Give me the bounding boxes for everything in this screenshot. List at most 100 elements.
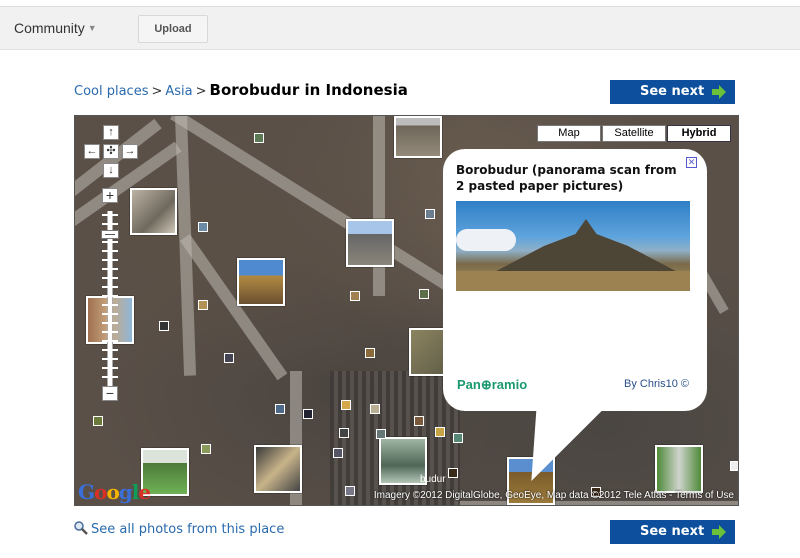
photo-marker[interactable] (339, 428, 349, 438)
place-label: budur (420, 474, 446, 485)
arrow-right-icon (712, 85, 726, 99)
panoramio-logo[interactable]: Pan⊕ramio (457, 377, 527, 393)
pan-up-button[interactable]: ↑ (103, 125, 119, 140)
magnifier-icon (74, 521, 88, 535)
pan-left-button[interactable]: ← (84, 144, 100, 159)
close-icon[interactable]: ✕ (686, 157, 697, 168)
google-logo-letter: o (94, 480, 107, 504)
photo-marker[interactable] (350, 291, 360, 301)
page-title: Borobudur in Indonesia (209, 81, 408, 99)
zoom-out-button[interactable]: − (102, 386, 118, 401)
photo-marker[interactable] (425, 209, 435, 219)
zoom-level-tick[interactable] (102, 358, 118, 360)
zoom-level-tick[interactable] (102, 349, 118, 351)
photo-marker[interactable] (224, 353, 234, 363)
top-bar (0, 0, 800, 50)
maptype-hybrid[interactable]: Hybrid (667, 125, 731, 142)
zoom-level-tick[interactable] (102, 322, 118, 324)
zoom-level-tick[interactable] (102, 376, 118, 378)
photo-thumbnail[interactable] (394, 116, 442, 158)
maptype-map[interactable]: Map (537, 125, 601, 142)
breadcrumb-asia[interactable]: Asia (165, 84, 192, 99)
pan-center-button[interactable]: ✣ (103, 144, 119, 159)
photo-credit[interactable]: By Chris10 © (624, 378, 689, 390)
photo-marker[interactable] (453, 433, 463, 443)
zoom-level-tick[interactable] (102, 313, 118, 315)
info-window: Borobudur (panorama scan from 2 pasted p… (443, 149, 707, 411)
attribution-text: Imagery ©2012 DigitalGlobe, GeoEye, Map … (373, 490, 676, 501)
photo-ground (456, 271, 690, 291)
photo-temple (481, 219, 690, 279)
photo-marker[interactable] (198, 222, 208, 232)
photo-marker[interactable] (448, 468, 458, 478)
zoom-in-button[interactable]: + (102, 188, 118, 203)
zoom-level-tick[interactable] (102, 295, 118, 297)
photo-marker[interactable] (198, 300, 208, 310)
photo-marker[interactable] (303, 409, 313, 419)
photo-thumbnail[interactable] (346, 219, 394, 267)
breadcrumb: Cool places > Asia > Borobudur in Indonesia (74, 81, 408, 99)
google-logo-letter: g (118, 480, 133, 504)
photo-marker[interactable] (341, 400, 351, 410)
info-window-pointer (493, 406, 607, 481)
map-view[interactable]: ↑ ← ✣ → ↓ + − Map Satellite Hybrid Borob… (74, 115, 739, 506)
photo-title[interactable]: Borobudur (panorama scan from 2 pasted p… (456, 162, 686, 194)
photo-marker[interactable] (93, 416, 103, 426)
breadcrumb-separator: > (151, 84, 163, 99)
photo-marker[interactable] (345, 486, 355, 496)
see-next-button-bottom[interactable]: See next (610, 520, 735, 544)
zoom-level-tick[interactable] (102, 241, 118, 243)
pan-down-button[interactable]: ↓ (103, 163, 119, 178)
photo-marker[interactable] (159, 321, 169, 331)
zoom-level-tick[interactable] (102, 259, 118, 261)
zoom-level-tick[interactable] (102, 223, 118, 225)
zoom-level-tick[interactable] (102, 268, 118, 270)
photo-marker[interactable] (370, 404, 380, 414)
photo-thumbnail[interactable] (130, 188, 177, 235)
zoom-level-tick[interactable] (102, 367, 118, 369)
google-logo: Google (78, 480, 151, 504)
zoom-level-tick[interactable] (102, 340, 118, 342)
photo-marker[interactable] (333, 448, 343, 458)
map-road (455, 501, 738, 505)
photo-marker[interactable] (730, 461, 738, 471)
upload-button[interactable]: Upload (138, 15, 208, 43)
photo-marker[interactable] (201, 444, 211, 454)
see-all-photos-link[interactable]: See all photos from this place (74, 521, 284, 537)
zoom-level-tick[interactable] (102, 304, 118, 306)
terms-of-use-link[interactable]: Terms of Use (675, 490, 734, 501)
photo-preview[interactable] (456, 201, 690, 291)
map-road (373, 116, 385, 296)
breadcrumb-separator: > (195, 84, 207, 99)
chevron-down-icon: ▼ (87, 23, 97, 33)
zoom-slider-handle[interactable] (101, 230, 119, 239)
photo-thumbnail[interactable] (655, 445, 703, 493)
see-next-button[interactable]: See next (610, 80, 735, 104)
photo-marker[interactable] (365, 348, 375, 358)
zoom-level-tick[interactable] (102, 331, 118, 333)
pan-right-button[interactable]: → (122, 144, 138, 159)
photo-marker[interactable] (275, 404, 285, 414)
breadcrumb-cool-places[interactable]: Cool places (74, 84, 148, 99)
zoom-level-tick[interactable] (102, 286, 118, 288)
map-attribution: Imagery ©2012 DigitalGlobe, GeoEye, Map … (374, 490, 734, 501)
photo-marker[interactable] (376, 429, 386, 439)
photo-marker[interactable] (254, 133, 264, 143)
photo-marker[interactable] (435, 427, 445, 437)
zoom-level-tick[interactable] (102, 277, 118, 279)
photo-thumbnail[interactable] (237, 258, 285, 306)
photo-marker[interactable] (419, 289, 429, 299)
google-logo-letter: e (138, 480, 151, 504)
maptype-satellite[interactable]: Satellite (602, 125, 666, 142)
see-next-label: See next (640, 84, 705, 99)
zoom-level-tick[interactable] (102, 250, 118, 252)
photo-cloud (456, 229, 516, 251)
photo-thumbnail[interactable] (254, 445, 302, 493)
see-all-label: See all photos from this place (91, 522, 285, 537)
photo-marker[interactable] (414, 416, 424, 426)
community-menu[interactable]: Community ▼ (14, 20, 97, 36)
see-next-label: See next (640, 524, 705, 539)
top-divider (0, 6, 800, 7)
community-label: Community (14, 20, 85, 36)
zoom-level-tick[interactable] (102, 214, 118, 216)
